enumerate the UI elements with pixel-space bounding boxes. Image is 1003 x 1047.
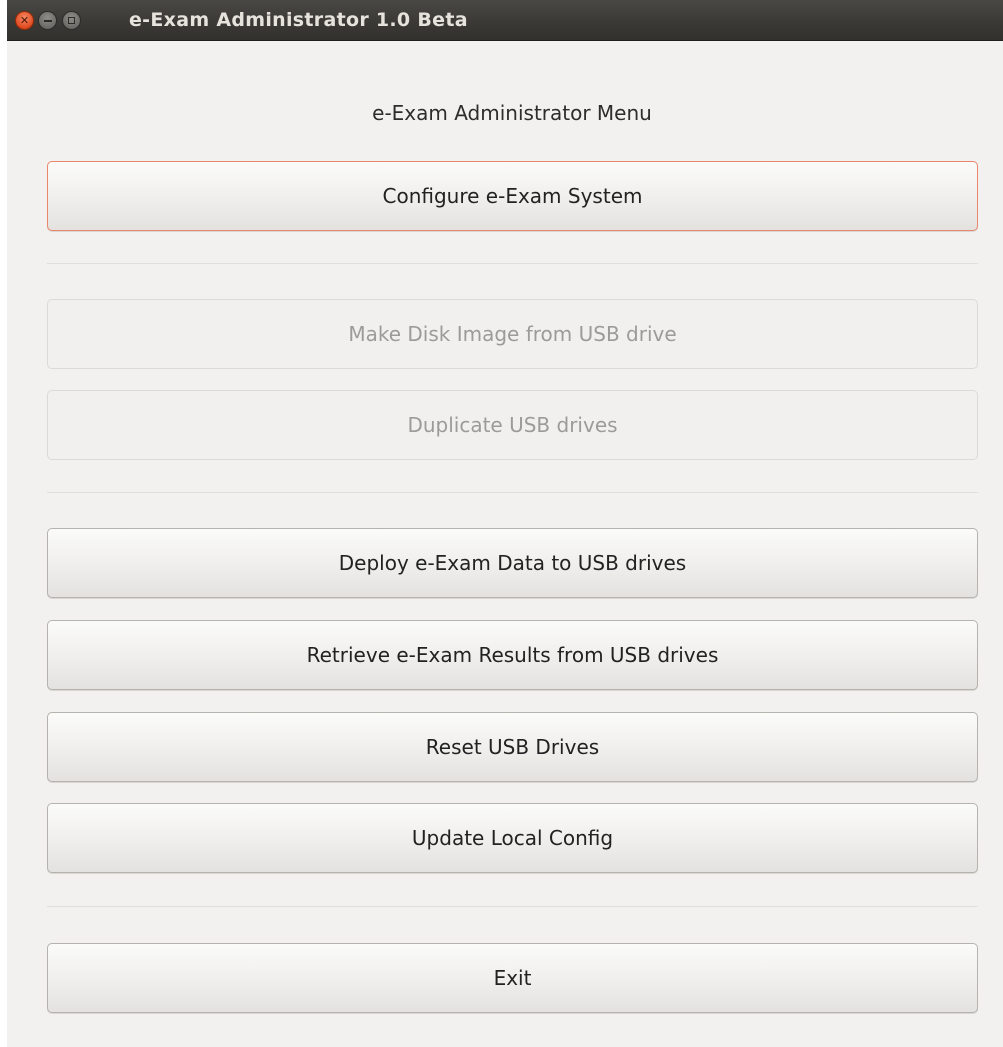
close-icon[interactable]: ✕ <box>15 11 34 30</box>
update-config-button[interactable]: Update Local Config <box>47 803 978 873</box>
divider <box>47 263 978 264</box>
app-window: ✕ e-Exam Administrator 1.0 Beta e-Exam A… <box>7 0 1003 1047</box>
duplicate-usb-button[interactable]: Duplicate USB drives <box>47 390 978 460</box>
configure-system-button[interactable]: Configure e-Exam System <box>47 161 978 231</box>
menu-heading: e-Exam Administrator Menu <box>372 101 652 125</box>
deploy-data-button[interactable]: Deploy e-Exam Data to USB drives <box>47 528 978 598</box>
maximize-icon[interactable] <box>62 11 81 30</box>
title-bar[interactable]: ✕ e-Exam Administrator 1.0 Beta <box>7 0 1003 41</box>
divider <box>47 492 978 493</box>
minimize-icon[interactable] <box>38 11 57 30</box>
exit-button[interactable]: Exit <box>47 943 978 1013</box>
divider <box>47 906 978 907</box>
retrieve-results-button[interactable]: Retrieve e-Exam Results from USB drives <box>47 620 978 690</box>
window-title: e-Exam Administrator 1.0 Beta <box>129 9 468 31</box>
reset-usb-button[interactable]: Reset USB Drives <box>47 712 978 782</box>
make-disk-image-button[interactable]: Make Disk Image from USB drive <box>47 299 978 369</box>
